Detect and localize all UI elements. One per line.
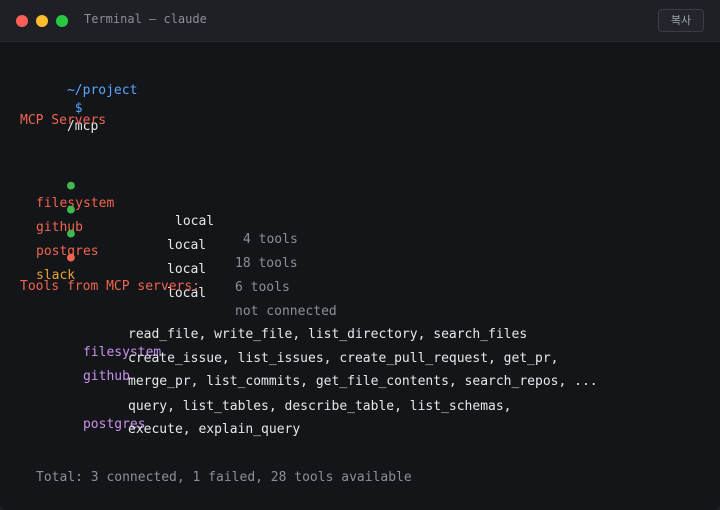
server-type: local [167,238,207,253]
close-window-button[interactable] [16,15,28,27]
tool-group-row: github [36,350,130,384]
tools-heading: Tools from MCP servers: [20,279,201,294]
server-row: ● postgres local 6 tools [20,207,290,295]
server-status: 6 tools [235,280,290,295]
server-status: 4 tools [243,232,298,247]
server-row: ● filesystem local 4 tools [20,159,298,247]
tool-list-line: query, list_tables, describe_table, list… [128,399,512,414]
prompt-path: ~/project [66,83,138,98]
tool-server-name: github [82,369,130,384]
prompt-line: ~/project $ /mcp [20,64,137,134]
maximize-window-button[interactable] [56,15,68,27]
tool-list-line: create_issue, list_issues, create_pull_r… [128,351,559,366]
server-row: ● slack local not connected [20,231,337,319]
server-type: local [175,214,215,229]
title-bar: Terminal — claude 복사 [0,0,720,42]
window-title: Terminal — claude [84,12,207,26]
tool-list-line: merge_pr, list_commits, get_file_content… [128,374,598,389]
server-row: ● github local 18 tools [20,183,298,271]
status-failed-icon: ● [66,250,75,265]
server-status: 18 tools [235,256,298,271]
tool-list-line: execute, explain_query [128,422,301,437]
server-status: not connected [235,304,337,319]
mcp-servers-heading: MCP Servers [20,113,107,128]
terminal-output: ~/project $ /mcp MCP Servers ● filesyste… [0,41,720,506]
terminal-window: Terminal — claude 복사 ~/project $ /mcp MC… [0,0,720,510]
summary-text: Total: 3 connected, 1 failed, 28 tools a… [36,470,412,485]
minimize-window-button[interactable] [36,15,48,27]
tool-list-line: read_file, write_file, list_directory, s… [128,327,528,342]
server-type: local [167,262,207,277]
copy-button[interactable]: 복사 [658,9,704,32]
